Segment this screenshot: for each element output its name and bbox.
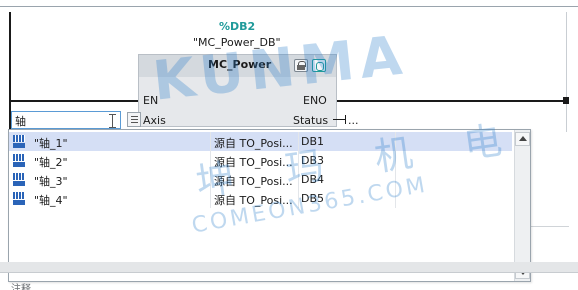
- dropdown-row[interactable]: "轴_2" 源自 TO_Posi... DB3: [9, 151, 512, 170]
- col-divider: [210, 151, 211, 170]
- instance-db-name[interactable]: "MC_Power_DB": [193, 36, 281, 49]
- editor-top-rule: [0, 6, 578, 7]
- axis-name: "轴_2": [34, 156, 68, 169]
- axis-operand-input[interactable]: 轴: [11, 111, 121, 129]
- axis-db: DB1: [301, 135, 325, 148]
- text-cursor-icon: [108, 113, 117, 128]
- pin-status: Status: [293, 114, 329, 127]
- axis-name: "轴_1": [34, 137, 68, 150]
- status-operand-placeholder[interactable]: ...: [348, 114, 359, 127]
- pin-eno: ENO: [303, 94, 327, 107]
- technology-object-icon: [12, 153, 26, 168]
- block-header: MC_Power: [139, 55, 336, 77]
- right-rail: [566, 12, 567, 132]
- chevron-up-icon: [519, 136, 527, 141]
- dropdown-row[interactable]: "轴_1" 源自 TO_Posi... DB1: [9, 132, 512, 151]
- axis-name: "轴_4": [34, 194, 68, 207]
- dropdown-row[interactable]: "轴_3" 源自 TO_Posi... DB4: [9, 170, 512, 189]
- editor-bottom-line: [0, 272, 578, 273]
- lock-icon[interactable]: [294, 59, 308, 72]
- comment-label[interactable]: 注释: [11, 280, 31, 290]
- list-picker-icon[interactable]: [127, 112, 141, 127]
- editor-bottom-band: [0, 262, 578, 272]
- axis-source: 源自 TO_Posi...: [214, 194, 293, 207]
- technology-object-icon: [12, 134, 26, 149]
- status-output-wire: [333, 119, 345, 120]
- status-output-tick: [345, 115, 346, 124]
- axis-name: "轴_3": [34, 175, 68, 188]
- col-divider: [395, 189, 396, 208]
- col-divider: [210, 189, 211, 208]
- pin-axis: Axis: [143, 114, 166, 127]
- axis-source: 源自 TO_Posi...: [214, 175, 293, 188]
- scroll-up-button[interactable]: [515, 132, 530, 146]
- pin-en: EN: [143, 94, 159, 107]
- diagnostics-icon[interactable]: [312, 59, 326, 72]
- col-divider: [298, 151, 299, 170]
- rung-wire-left: [11, 100, 139, 102]
- axis-input-text: 轴: [15, 115, 26, 128]
- dropdown-scrollbar[interactable]: [514, 130, 530, 281]
- col-divider: [298, 132, 299, 151]
- rung-wire-end: [563, 97, 569, 104]
- axis-source: 源自 TO_Posi...: [214, 156, 293, 169]
- col-divider: [298, 170, 299, 189]
- rung-wire-right: [337, 100, 568, 102]
- axis-db: DB5: [301, 192, 325, 205]
- col-divider: [395, 170, 396, 189]
- col-divider: [395, 132, 396, 151]
- axis-source: 源自 TO_Posi...: [214, 137, 293, 150]
- col-divider: [210, 170, 211, 189]
- technology-object-icon: [12, 172, 26, 187]
- col-divider: [210, 132, 211, 151]
- col-divider: [298, 189, 299, 208]
- technology-object-icon: [12, 191, 26, 206]
- axis-autocomplete-dropdown[interactable]: "轴_1" 源自 TO_Posi... DB1 "轴_2" 源自 TO_Posi…: [8, 129, 531, 282]
- axis-db: DB4: [301, 173, 325, 186]
- col-divider: [395, 151, 396, 170]
- axis-db: DB3: [301, 154, 325, 167]
- block-title: MC_Power: [208, 58, 272, 71]
- dropdown-row[interactable]: "轴_4" 源自 TO_Posi... DB5: [9, 189, 512, 208]
- instance-db-operand[interactable]: %DB2: [219, 20, 255, 33]
